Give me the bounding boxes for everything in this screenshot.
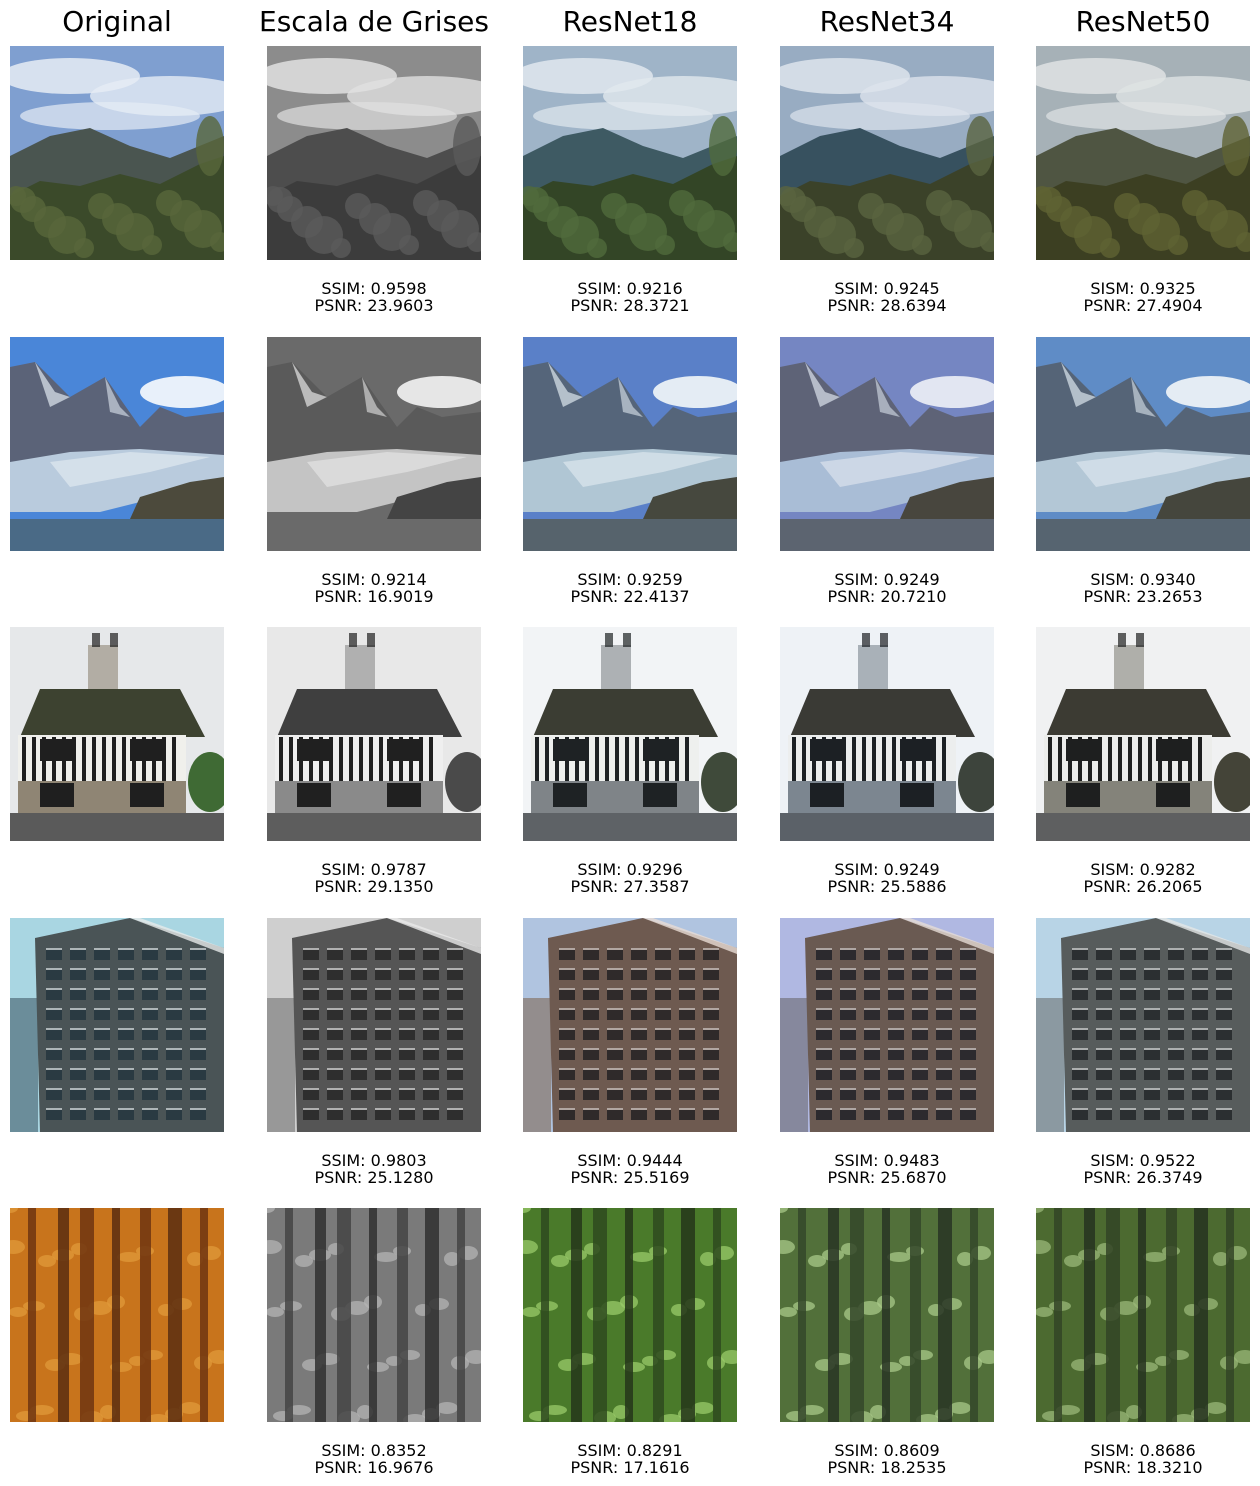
- metric-label: SSIM: 0.9483 PSNR: 25.6870: [767, 1152, 1007, 1186]
- metric-label: SISM: 0.9340 PSNR: 23.2653: [1023, 571, 1260, 605]
- metric-label: SSIM: 0.9249 PSNR: 20.7210: [767, 571, 1007, 605]
- psnr-value: PSNR: 29.1350: [314, 877, 434, 896]
- column-header-1: Escala de Grises: [259, 5, 489, 38]
- ssim-value: SSIM: 0.9803: [321, 1151, 427, 1170]
- psnr-value: PSNR: 23.2653: [1083, 587, 1203, 606]
- tudor-house-image-0: [10, 627, 224, 841]
- metric-label: SSIM: 0.9249 PSNR: 25.5886: [767, 861, 1007, 895]
- mountain-valley-image-3: [780, 46, 994, 260]
- metric-label: SSIM: 0.9214 PSNR: 16.9019: [254, 571, 494, 605]
- metric-label: SSIM: 0.8291 PSNR: 17.1616: [510, 1442, 750, 1476]
- glacier-image-1: [267, 337, 481, 551]
- forest-image-1: [267, 1208, 481, 1422]
- ssim-value: SSIM: 0.9787: [321, 860, 427, 879]
- psnr-value: PSNR: 28.6394: [827, 296, 947, 315]
- psnr-value: PSNR: 18.2535: [827, 1458, 947, 1477]
- ssim-value: SSIM: 0.9214: [321, 570, 427, 589]
- ssim-value: SSIM: 0.9483: [834, 1151, 940, 1170]
- metric-label: SSIM: 0.9296 PSNR: 27.3587: [510, 861, 750, 895]
- metric-label: SSIM: 0.8609 PSNR: 18.2535: [767, 1442, 1007, 1476]
- ssim-value: SSIM: 0.9444: [577, 1151, 683, 1170]
- column-header-3: ResNet34: [819, 5, 955, 38]
- forest-image-2: [523, 1208, 737, 1422]
- psnr-value: PSNR: 25.5169: [570, 1168, 690, 1187]
- psnr-value: PSNR: 23.9603: [314, 296, 434, 315]
- tudor-house-image-1: [267, 627, 481, 841]
- glacier-image-0: [10, 337, 224, 551]
- column-header-4: ResNet50: [1075, 5, 1211, 38]
- psnr-value: PSNR: 16.9676: [314, 1458, 434, 1477]
- tudor-house-image-2: [523, 627, 737, 841]
- metric-label: SSIM: 0.8352 PSNR: 16.9676: [254, 1442, 494, 1476]
- ssim-value: SISM: 0.9282: [1090, 860, 1196, 879]
- metric-label: SSIM: 0.9803 PSNR: 25.1280: [254, 1152, 494, 1186]
- ssim-value: SSIM: 0.8352: [321, 1441, 427, 1460]
- forest-image-0: [10, 1208, 224, 1422]
- psnr-value: PSNR: 20.7210: [827, 587, 947, 606]
- forest-image-4: [1036, 1208, 1250, 1422]
- ssim-value: SSIM: 0.9598: [321, 279, 427, 298]
- glacier-image-4: [1036, 337, 1250, 551]
- metric-label: SISM: 0.9282 PSNR: 26.2065: [1023, 861, 1260, 895]
- ssim-value: SSIM: 0.9216: [577, 279, 683, 298]
- psnr-value: PSNR: 17.1616: [570, 1458, 690, 1477]
- psnr-value: PSNR: 28.3721: [570, 296, 690, 315]
- metric-label: SISM: 0.8686 PSNR: 18.3210: [1023, 1442, 1260, 1476]
- ssim-value: SSIM: 0.8291: [577, 1441, 683, 1460]
- ssim-value: SISM: 0.9522: [1090, 1151, 1196, 1170]
- glacier-image-3: [780, 337, 994, 551]
- tudor-house-image-4: [1036, 627, 1250, 841]
- mountain-valley-image-0: [10, 46, 224, 260]
- forest-image-3: [780, 1208, 994, 1422]
- office-building-image-0: [10, 918, 224, 1132]
- ssim-value: SISM: 0.9340: [1090, 570, 1196, 589]
- metric-label: SSIM: 0.9259 PSNR: 22.4137: [510, 571, 750, 605]
- mountain-valley-image-1: [267, 46, 481, 260]
- ssim-value: SISM: 0.9325: [1090, 279, 1196, 298]
- ssim-value: SSIM: 0.9259: [577, 570, 683, 589]
- psnr-value: PSNR: 25.1280: [314, 1168, 434, 1187]
- psnr-value: PSNR: 26.2065: [1083, 877, 1203, 896]
- psnr-value: PSNR: 25.5886: [827, 877, 947, 896]
- metric-label: SSIM: 0.9216 PSNR: 28.3721: [510, 280, 750, 314]
- mountain-valley-image-2: [523, 46, 737, 260]
- office-building-image-2: [523, 918, 737, 1132]
- metric-label: SSIM: 0.9444 PSNR: 25.5169: [510, 1152, 750, 1186]
- ssim-value: SSIM: 0.9249: [834, 570, 940, 589]
- tudor-house-image-3: [780, 627, 994, 841]
- ssim-value: SSIM: 0.9245: [834, 279, 940, 298]
- psnr-value: PSNR: 27.3587: [570, 877, 690, 896]
- psnr-value: PSNR: 25.6870: [827, 1168, 947, 1187]
- metric-label: SISM: 0.9325 PSNR: 27.4904: [1023, 280, 1260, 314]
- office-building-image-3: [780, 918, 994, 1132]
- ssim-value: SISM: 0.8686: [1090, 1441, 1196, 1460]
- mountain-valley-image-4: [1036, 46, 1250, 260]
- metric-label: SSIM: 0.9598 PSNR: 23.9603: [254, 280, 494, 314]
- psnr-value: PSNR: 16.9019: [314, 587, 434, 606]
- ssim-value: SSIM: 0.9249: [834, 860, 940, 879]
- ssim-value: SSIM: 0.8609: [834, 1441, 940, 1460]
- office-building-image-1: [267, 918, 481, 1132]
- column-header-2: ResNet18: [562, 5, 698, 38]
- metric-label: SSIM: 0.9245 PSNR: 28.6394: [767, 280, 1007, 314]
- office-building-image-4: [1036, 918, 1250, 1132]
- glacier-image-2: [523, 337, 737, 551]
- psnr-value: PSNR: 27.4904: [1083, 296, 1203, 315]
- psnr-value: PSNR: 18.3210: [1083, 1458, 1203, 1477]
- metric-label: SSIM: 0.9787 PSNR: 29.1350: [254, 861, 494, 895]
- psnr-value: PSNR: 22.4137: [570, 587, 690, 606]
- metric-label: SISM: 0.9522 PSNR: 26.3749: [1023, 1152, 1260, 1186]
- ssim-value: SSIM: 0.9296: [577, 860, 683, 879]
- psnr-value: PSNR: 26.3749: [1083, 1168, 1203, 1187]
